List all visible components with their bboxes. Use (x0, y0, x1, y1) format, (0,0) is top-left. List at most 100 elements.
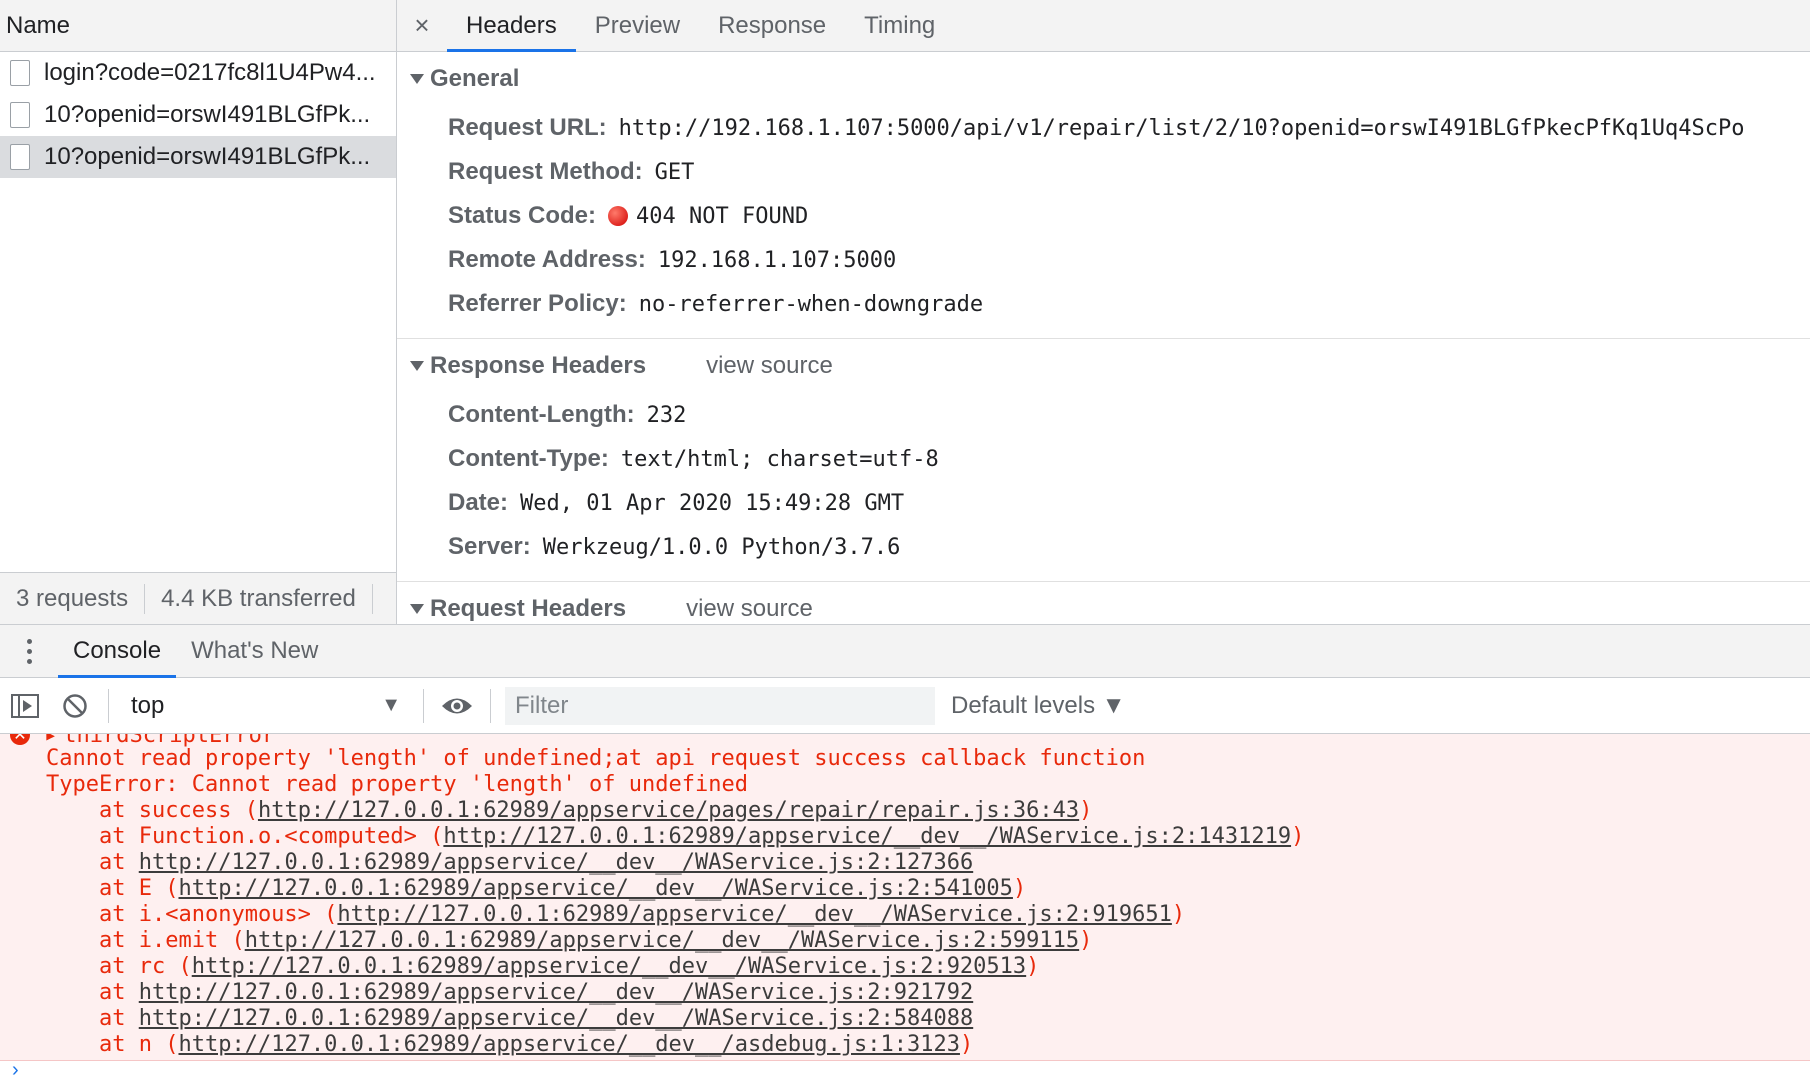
tab-timing[interactable]: Timing (845, 0, 954, 51)
general-section: General Request URL: http://192.168.1.10… (397, 52, 1810, 339)
request-headers-section: Request Headers view source (397, 582, 1810, 624)
tab-console[interactable]: Console (58, 625, 177, 678)
request-list-pane: Name login?code=0217fc8l1U4Pw4... 10?ope… (0, 0, 397, 624)
stack-frame: at Function.o.<computed> (http://127.0.0… (46, 824, 1304, 850)
header-key: Remote Address: (448, 246, 646, 273)
source-link[interactable]: http://127.0.0.1:62989/appservice/__dev_… (139, 1006, 973, 1031)
clear-console-button[interactable] (50, 678, 100, 734)
stack-frame: at http://127.0.0.1:62989/appservice/__d… (46, 980, 1304, 1006)
request-count: 3 requests (0, 583, 146, 614)
header-value: GET (654, 159, 695, 185)
header-value: http://192.168.1.107:5000/api/v1/repair/… (618, 115, 1745, 141)
header-row: Date: Wed, 01 Apr 2020 15:49:28 GMT (397, 481, 1810, 525)
drawer-menu-button[interactable] (0, 625, 58, 677)
section-title: Request Headers (430, 595, 627, 622)
request-row-selected[interactable]: 10?openid=orswI491BLGfPk... (0, 136, 396, 178)
stack-frame: at E (http://127.0.0.1:62989/appservice/… (46, 876, 1304, 902)
frame-prefix: at (99, 850, 139, 875)
console-prompt[interactable]: › (0, 1059, 1810, 1081)
sidebar-toggle-icon (11, 693, 39, 718)
request-details-pane: × Headers Preview Response Timing Genera… (397, 0, 1810, 624)
error-stack: Cannot read property 'length' of undefin… (46, 746, 1304, 1058)
request-row[interactable]: 10?openid=orswI491BLGfPk... (0, 94, 396, 136)
header-key: Content-Length: (448, 401, 635, 428)
frame-suffix: ) (959, 1032, 974, 1057)
header-key: Request URL: (448, 114, 607, 141)
error-type: TypeError: Cannot read property 'length'… (46, 772, 748, 797)
general-section-header[interactable]: General (397, 52, 1810, 106)
source-link[interactable]: http://127.0.0.1:62989/appservice/__dev_… (443, 824, 1291, 849)
sidebar-toggle-button[interactable] (0, 678, 50, 734)
request-row[interactable]: login?code=0217fc8l1U4Pw4... (0, 52, 396, 94)
frame-suffix: ) (1079, 928, 1093, 953)
source-link[interactable]: http://127.0.0.1:62989/appservice/__dev_… (178, 876, 1012, 901)
header-value: 192.168.1.107:5000 (657, 247, 897, 273)
dropdown-caret-icon: ▼ (381, 694, 401, 716)
section-title: Response Headers (430, 352, 647, 379)
source-link[interactable]: http://127.0.0.1:62989/appservice/__dev_… (192, 954, 1026, 979)
header-value: text/html; charset=utf-8 (620, 446, 939, 472)
tab-response[interactable]: Response (699, 0, 845, 51)
response-headers-section: Response Headers view source Content-Len… (397, 339, 1810, 582)
clear-console-icon (63, 693, 87, 718)
section-title: General (430, 65, 520, 92)
eye-icon (442, 698, 472, 713)
header-value: Wed, 01 Apr 2020 15:49:28 GMT (520, 490, 905, 516)
expand-triangle-icon (410, 604, 424, 614)
stack-frame: at n (http://127.0.0.1:62989/appservice/… (46, 1032, 1304, 1058)
source-link[interactable]: http://127.0.0.1:62989/appservice/__dev_… (337, 902, 1171, 927)
response-headers-section-header[interactable]: Response Headers view source (397, 339, 1810, 393)
log-levels-dropdown[interactable]: Default levels ▼ (951, 692, 1126, 720)
header-value: 232 (646, 402, 687, 428)
frame-suffix: ) (1012, 876, 1027, 901)
name-column-header[interactable]: Name (0, 0, 396, 52)
source-link[interactable]: http://127.0.0.1:62989/appservice/pages/… (258, 798, 1079, 823)
context-selector[interactable]: top ▼ (117, 692, 415, 720)
toolbar-divider (108, 688, 109, 723)
stack-frame: at success (http://127.0.0.1:62989/appse… (46, 798, 1304, 824)
header-row: Referrer Policy: no-referrer-when-downgr… (397, 282, 1810, 326)
drawer-tab-bar: Console What's New (0, 624, 1810, 678)
frame-suffix: ) (1171, 902, 1186, 927)
frame-prefix: at Function.o.<computed> ( (99, 824, 444, 849)
tab-headers[interactable]: Headers (447, 0, 576, 52)
frame-prefix: at n ( (99, 1032, 179, 1057)
source-link[interactable]: http://127.0.0.1:62989/appservice/__dev_… (139, 980, 973, 1005)
request-headers-section-header[interactable]: Request Headers view source (397, 582, 1810, 624)
frame-prefix: at success ( (99, 798, 258, 823)
stack-frame: at i.emit (http://127.0.0.1:62989/appser… (46, 928, 1304, 954)
view-source-link[interactable]: view source (686, 595, 813, 623)
view-source-link[interactable]: view source (706, 352, 833, 380)
header-value: no-referrer-when-downgrade (638, 291, 984, 317)
request-name: 10?openid=orswI491BLGfPk... (44, 143, 371, 170)
context-value: top (131, 691, 165, 719)
tab-whats-new[interactable]: What's New (176, 625, 333, 677)
header-row: Remote Address: 192.168.1.107:5000 (397, 238, 1810, 282)
transferred-size: 4.4 KB transferred (145, 583, 373, 614)
request-name: 10?openid=orswI491BLGfPk... (44, 101, 371, 128)
source-link[interactable]: http://127.0.0.1:62989/appservice/__dev_… (139, 850, 973, 875)
frame-prefix: at rc ( (99, 954, 192, 979)
frame-suffix: ) (1079, 798, 1093, 823)
source-link[interactable]: http://127.0.0.1:62989/appservice/__dev_… (245, 928, 1079, 953)
source-link[interactable]: http://127.0.0.1:62989/appservice/__dev_… (178, 1032, 959, 1057)
header-row: Server: Werkzeug/1.0.0 Python/3.7.6 (397, 525, 1810, 569)
toolbar-divider (423, 688, 424, 723)
frame-prefix: at (99, 980, 139, 1005)
live-expression-button[interactable] (432, 678, 482, 734)
stack-frame: at i.<anonymous> (http://127.0.0.1:62989… (46, 902, 1304, 928)
tab-preview[interactable]: Preview (576, 0, 699, 51)
frame-prefix: at i.<anonymous> ( (99, 902, 338, 927)
header-key: Request Method: (448, 158, 643, 185)
network-status-bar: 3 requests 4.4 KB transferred (0, 572, 396, 624)
header-row: Request URL: http://192.168.1.107:5000/a… (397, 106, 1810, 150)
error-icon: ✕ (10, 734, 30, 745)
stack-frame: at rc (http://127.0.0.1:62989/appservice… (46, 954, 1304, 980)
filter-input[interactable] (505, 686, 935, 725)
frame-suffix: ) (1026, 954, 1040, 979)
header-row: Request Method: GET (397, 150, 1810, 194)
frame-prefix: at (99, 1006, 139, 1031)
toolbar-divider (490, 688, 491, 723)
close-icon[interactable]: × (397, 0, 447, 51)
expand-triangle-icon (410, 361, 424, 371)
